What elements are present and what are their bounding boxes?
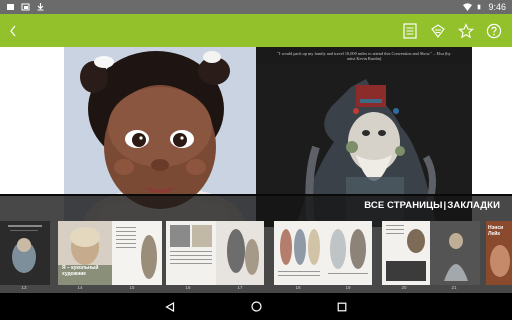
download-icon bbox=[37, 3, 44, 11]
page-number: 15 bbox=[129, 285, 135, 290]
page-number: 18 bbox=[295, 285, 301, 290]
bookmark-button[interactable] bbox=[456, 21, 476, 41]
nav-back-button[interactable] bbox=[127, 293, 213, 320]
thumbnail-list: Я – кукольный художник Нэнси Лейк 13 14 … bbox=[0, 221, 512, 293]
page-number: 21 bbox=[451, 285, 457, 290]
thumb-figures-icon bbox=[274, 221, 324, 285]
page-number: 19 bbox=[345, 285, 351, 290]
back-icon bbox=[10, 25, 16, 36]
back-button[interactable] bbox=[0, 14, 26, 47]
contents-icon bbox=[403, 22, 417, 39]
recents-square-icon bbox=[337, 302, 347, 311]
thumb-title: Я – кукольный художник bbox=[62, 265, 99, 277]
notification-square-icon bbox=[7, 4, 14, 10]
thumbnail-page-14[interactable]: Я – кукольный художник bbox=[58, 221, 112, 285]
thumb-title-right: Нэнси Лейк bbox=[488, 225, 504, 237]
thumbnail-page-19[interactable] bbox=[324, 221, 372, 285]
photos-icon bbox=[21, 3, 30, 11]
magazine-spread[interactable]: "I would pack up my family and travel 10… bbox=[0, 47, 512, 293]
strip-tabs: ВСЕ СТРАНИЦЫ | ЗАКЛАДКИ bbox=[364, 200, 500, 211]
edit-icon bbox=[431, 23, 445, 38]
status-notifications bbox=[0, 3, 45, 11]
tab-bookmarks[interactable]: ЗАКЛАДКИ bbox=[447, 200, 500, 211]
nav-recents-button[interactable] bbox=[299, 293, 385, 320]
page-thumbnail-strip: ВСЕ СТРАНИЦЫ | ЗАКЛАДКИ Я – кукольный ху… bbox=[0, 194, 512, 293]
system-nav-bar bbox=[0, 293, 512, 320]
page-number: 17 bbox=[237, 285, 243, 290]
nav-home-button[interactable] bbox=[213, 293, 299, 320]
status-time: 9:46 bbox=[488, 2, 506, 12]
screen: 9:46 "I would pack up my family and trav… bbox=[0, 0, 512, 320]
page-number: 16 bbox=[185, 285, 191, 290]
help-button[interactable] bbox=[484, 21, 504, 41]
status-bar: 9:46 bbox=[0, 0, 512, 14]
thumbnail-page-15[interactable] bbox=[112, 221, 162, 285]
home-circle-icon bbox=[250, 301, 262, 312]
thumb-doll-figure-icon bbox=[216, 221, 264, 285]
status-system: 9:46 bbox=[463, 2, 512, 12]
thumb-doll-dark-icon bbox=[0, 221, 50, 285]
thumb-portrait-text-icon bbox=[382, 221, 430, 285]
thumbnail-page-21[interactable] bbox=[430, 221, 480, 285]
help-icon bbox=[486, 23, 502, 38]
thumb-text-page-icon bbox=[112, 221, 162, 285]
thumb-gowns-icon bbox=[324, 221, 372, 285]
strip-divider bbox=[0, 194, 512, 196]
tab-all-pages[interactable]: ВСЕ СТРАНИЦЫ bbox=[364, 200, 442, 211]
wifi-icon bbox=[463, 3, 473, 11]
edit-button[interactable] bbox=[428, 21, 448, 41]
bookmark-star-icon bbox=[458, 22, 474, 38]
thumbnail-page-22[interactable]: Нэнси Лейк bbox=[486, 221, 512, 285]
thumbnail-page-18[interactable] bbox=[274, 221, 324, 285]
thumb-doll-gown-icon bbox=[430, 221, 480, 285]
thumbnail-page-20[interactable] bbox=[382, 221, 430, 285]
thumbnail-page-13[interactable] bbox=[0, 221, 50, 285]
page-number: 14 bbox=[77, 285, 83, 290]
contents-button[interactable] bbox=[400, 21, 420, 41]
page-number: 13 bbox=[21, 285, 27, 290]
back-triangle-icon bbox=[165, 301, 175, 312]
app-actions bbox=[400, 21, 512, 41]
thumb-dolls-grid-icon bbox=[166, 221, 216, 285]
thumbnail-page-17[interactable] bbox=[216, 221, 264, 285]
app-bar bbox=[0, 14, 512, 47]
page-number: 20 bbox=[401, 285, 407, 290]
thumbnail-page-16[interactable] bbox=[166, 221, 216, 285]
battery-icon bbox=[478, 4, 481, 10]
